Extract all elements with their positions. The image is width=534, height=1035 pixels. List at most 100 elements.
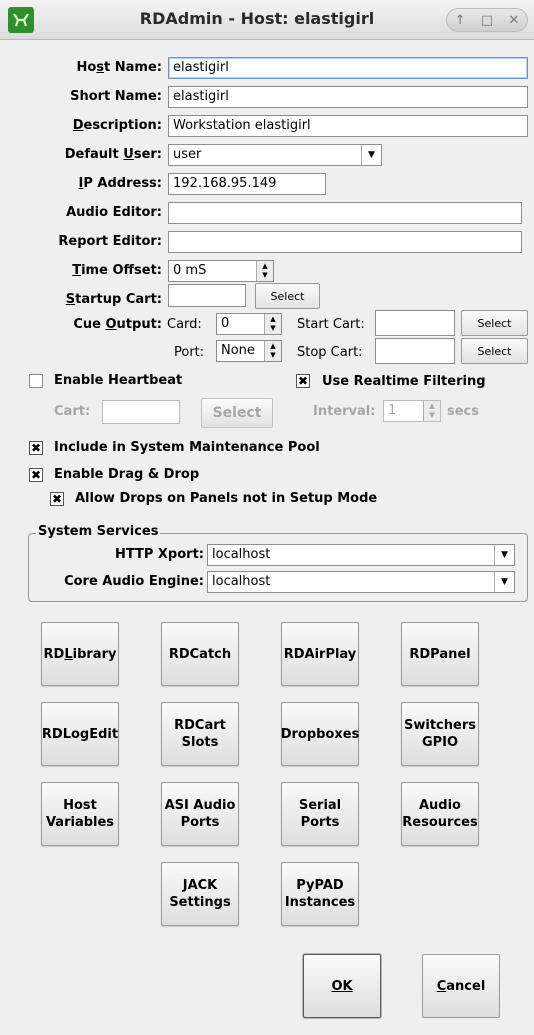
pypad-line2: Instances (284, 895, 356, 910)
ip-address-label: IP Address: (78, 176, 162, 191)
shade-window-icon[interactable]: ↑ (455, 13, 466, 28)
rdlogedit-button[interactable]: RDLogEdit (41, 702, 119, 766)
maximize-window-icon[interactable]: □ (481, 13, 493, 28)
spin-arrows-icon[interactable]: ▲ ▼ (256, 261, 273, 281)
audio-editor-label: Audio Editor: (66, 205, 162, 220)
jack-line2: Settings (169, 895, 231, 910)
host-name-label: Host Name: (76, 60, 162, 75)
asi-audio-ports-button[interactable]: ASI Audio Ports (161, 782, 239, 846)
ok-button[interactable]: OK (303, 954, 381, 1018)
allow-drops-label: Allow Drops on Panels not in Setup Mode (75, 491, 378, 506)
pypad-instances-button[interactable]: PyPAD Instances (281, 862, 359, 926)
description-label: Description: (72, 118, 162, 133)
startup-cart-select-button[interactable]: Select (255, 283, 320, 309)
ip-address-input[interactable]: 192.168.95.149 (168, 173, 326, 195)
default-user-label: Default User: (64, 147, 162, 162)
host-variables-line1: Host (63, 798, 97, 813)
chevron-down-icon: ▼ (361, 145, 381, 165)
start-cart-label: Start Cart: (297, 317, 365, 332)
switchers-line1: Switchers (404, 718, 476, 733)
start-cart-input[interactable] (375, 310, 455, 336)
short-name-input[interactable]: elastigirl (168, 86, 528, 108)
audio-resources-button[interactable]: Audio Resources (401, 782, 479, 846)
heartbeat-cart-input[interactable] (102, 400, 180, 424)
cue-port-value: None (221, 343, 255, 358)
spin-arrows-icon[interactable]: ▲ ▼ (264, 314, 281, 334)
heartbeat-select-button[interactable]: Select (201, 398, 273, 428)
default-user-select[interactable]: user ▼ (168, 144, 382, 166)
drag-drop-label: Enable Drag & Drop (54, 467, 200, 482)
heartbeat-cart-label: Cart: (54, 404, 91, 419)
http-xport-value: localhost (212, 547, 271, 562)
startup-cart-input[interactable] (168, 284, 246, 307)
rdcart-slots-button[interactable]: RDCart Slots (161, 702, 239, 766)
rdcatch-button[interactable]: RDCatch (161, 622, 239, 686)
report-editor-input[interactable] (168, 231, 522, 253)
interval-spinbox[interactable]: 1 ▲ ▼ (383, 400, 441, 422)
chevron-down-icon: ▼ (494, 572, 514, 592)
audio-res-line2: Resources (402, 815, 478, 830)
switchers-line2: GPIO (421, 735, 459, 750)
spin-arrows-icon[interactable]: ▲ ▼ (264, 341, 281, 361)
time-offset-value: 0 mS (173, 263, 207, 278)
stop-cart-input[interactable] (375, 338, 455, 364)
dropboxes-button[interactable]: Dropboxes (281, 702, 359, 766)
close-window-icon[interactable]: ✕ (508, 13, 519, 28)
ok-label: OK (331, 978, 353, 994)
cue-card-value: 0 (221, 316, 230, 331)
host-variables-button[interactable]: Host Variables (41, 782, 119, 846)
cue-card-label: Card: (167, 317, 202, 332)
maintenance-pool-checkbox[interactable]: ✖ (29, 441, 43, 455)
host-variables-line2: Variables (45, 815, 115, 830)
time-offset-spinbox[interactable]: 0 mS ▲ ▼ (168, 260, 274, 282)
http-xport-select[interactable]: localhost ▼ (207, 544, 515, 566)
cue-port-label: Port: (174, 345, 205, 360)
drag-drop-checkbox[interactable]: ✖ (29, 468, 43, 482)
audio-editor-input[interactable] (168, 202, 522, 224)
asi-line1: ASI Audio (164, 798, 236, 813)
cue-card-spinbox[interactable]: 0 ▲ ▼ (216, 313, 282, 335)
switchers-gpio-button[interactable]: Switchers GPIO (401, 702, 479, 766)
http-xport-label: HTTP Xport: (114, 547, 204, 562)
asi-line2: Ports (180, 815, 220, 830)
realtime-filtering-label: Use Realtime Filtering (322, 374, 486, 389)
serial-line2: Ports (300, 815, 340, 830)
system-services-title: System Services (36, 524, 161, 539)
rdcart-slots-line1: RDCart (174, 718, 226, 733)
cue-output-label: Cue Output: (73, 317, 162, 332)
core-audio-select[interactable]: localhost ▼ (207, 571, 515, 593)
time-offset-label: Time Offset: (72, 263, 162, 278)
host-name-input[interactable]: elastigirl (168, 57, 528, 79)
startup-cart-label: Startup Cart: (65, 292, 162, 307)
start-cart-select-button[interactable]: Select (461, 310, 528, 336)
rdpanel-button[interactable]: RDPanel (401, 622, 479, 686)
realtime-filtering-checkbox[interactable]: ✖ (296, 374, 310, 388)
enable-heartbeat-checkbox[interactable] (29, 374, 43, 388)
rdlibrary-button[interactable]: RDLibrary (41, 622, 119, 686)
cue-port-spinbox[interactable]: None ▲ ▼ (216, 340, 282, 362)
core-audio-label: Core Audio Engine: (64, 574, 204, 589)
allow-drops-checkbox[interactable]: ✖ (50, 492, 64, 506)
stop-cart-select-button[interactable]: Select (461, 338, 528, 364)
serial-line1: Serial (298, 798, 342, 813)
secs-label: secs (447, 404, 479, 419)
description-input[interactable]: Workstation elastigirl (168, 115, 528, 137)
default-user-value: user (173, 147, 202, 162)
jack-line1: JACK (182, 878, 218, 893)
audio-res-line1: Audio (418, 798, 461, 813)
core-audio-value: localhost (212, 574, 271, 589)
report-editor-label: Report Editor: (58, 234, 162, 249)
cancel-button[interactable]: Cancel (422, 954, 500, 1018)
maintenance-pool-label: Include in System Maintenance Pool (54, 440, 320, 455)
interval-label: Interval: (313, 404, 376, 419)
enable-heartbeat-label: Enable Heartbeat (54, 373, 183, 388)
jack-settings-button[interactable]: JACK Settings (161, 862, 239, 926)
serial-ports-button[interactable]: Serial Ports (281, 782, 359, 846)
rdairplay-button[interactable]: RDAirPlay (281, 622, 359, 686)
short-name-label: Short Name: (70, 89, 162, 104)
rdcart-slots-line2: Slots (181, 735, 219, 750)
interval-value: 1 (388, 403, 397, 418)
window-controls: ↑ □ ✕ (446, 8, 528, 32)
spin-arrows-icon[interactable]: ▲ ▼ (423, 401, 440, 421)
stop-cart-label: Stop Cart: (297, 345, 363, 360)
